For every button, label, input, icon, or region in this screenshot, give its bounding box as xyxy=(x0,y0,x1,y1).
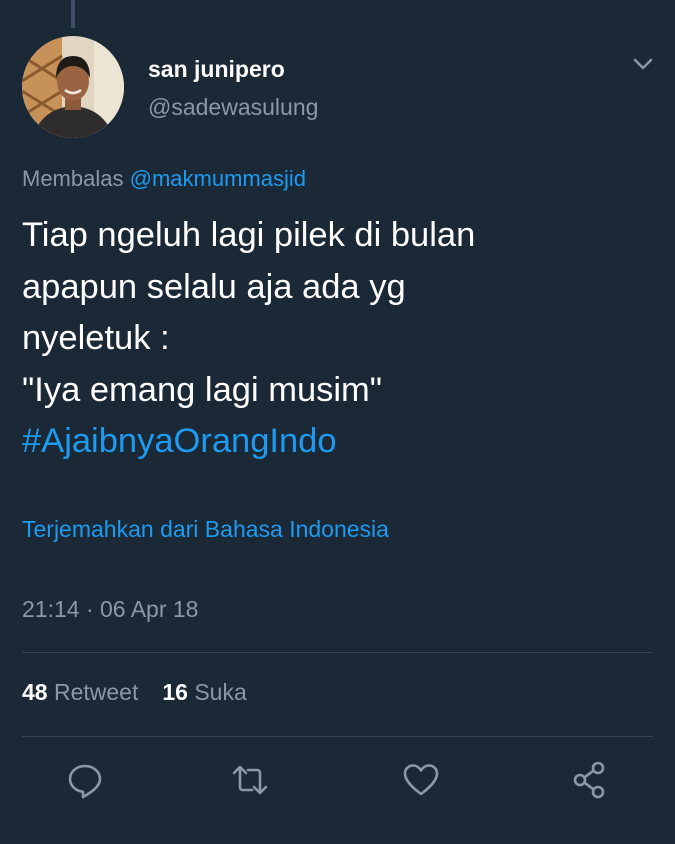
reply-button[interactable] xyxy=(65,760,105,800)
share-icon xyxy=(573,761,605,799)
thread-connector-line xyxy=(71,0,75,28)
like-label: Suka xyxy=(194,679,247,705)
hashtag-link[interactable]: #AjaibnyaOrangIndo xyxy=(22,416,652,468)
reply-context: Membalas @makmummasjid xyxy=(22,166,306,192)
like-button[interactable] xyxy=(401,760,441,800)
avatar[interactable] xyxy=(22,36,124,138)
tweet-text-line: "Iya emang lagi musim" xyxy=(22,370,383,409)
like-count: 16 xyxy=(162,679,188,705)
divider xyxy=(22,736,653,737)
chevron-down-icon[interactable] xyxy=(630,54,656,74)
tweet-text-line: nyeletuk : xyxy=(22,319,170,357)
tweet-text-line: apapun selalu aja ada yg xyxy=(22,267,406,306)
share-button[interactable] xyxy=(570,760,610,800)
retweet-button[interactable] xyxy=(230,760,270,800)
retweet-count: 48 xyxy=(22,679,48,705)
avatar-image xyxy=(22,36,124,138)
tweet-timestamp: 21:14 · 06 Apr 18 xyxy=(22,596,199,622)
reply-mention-link[interactable]: @makmummasjid xyxy=(130,166,306,191)
user-handle[interactable]: @sadewasulung xyxy=(148,94,318,121)
reply-prefix: Membalas xyxy=(22,166,124,191)
tweet-text-line: Tiap ngeluh lagi pilek di bulan xyxy=(22,216,476,254)
retweet-count-link[interactable]: 48 Retweet xyxy=(22,679,138,705)
tweet-text: Tiap ngeluh lagi pilek di bulan apapun s… xyxy=(22,210,652,468)
heart-icon xyxy=(403,764,439,796)
like-count-link[interactable]: 16 Suka xyxy=(162,679,246,705)
translate-link[interactable]: Terjemahkan dari Bahasa Indonesia xyxy=(22,516,389,543)
reply-icon xyxy=(68,764,102,799)
display-name[interactable]: san junipero xyxy=(148,56,285,83)
engagement-stats: 48 Retweet 16 Suka xyxy=(22,679,247,706)
retweet-icon xyxy=(232,765,268,795)
retweet-label: Retweet xyxy=(53,679,139,705)
divider xyxy=(22,652,653,653)
